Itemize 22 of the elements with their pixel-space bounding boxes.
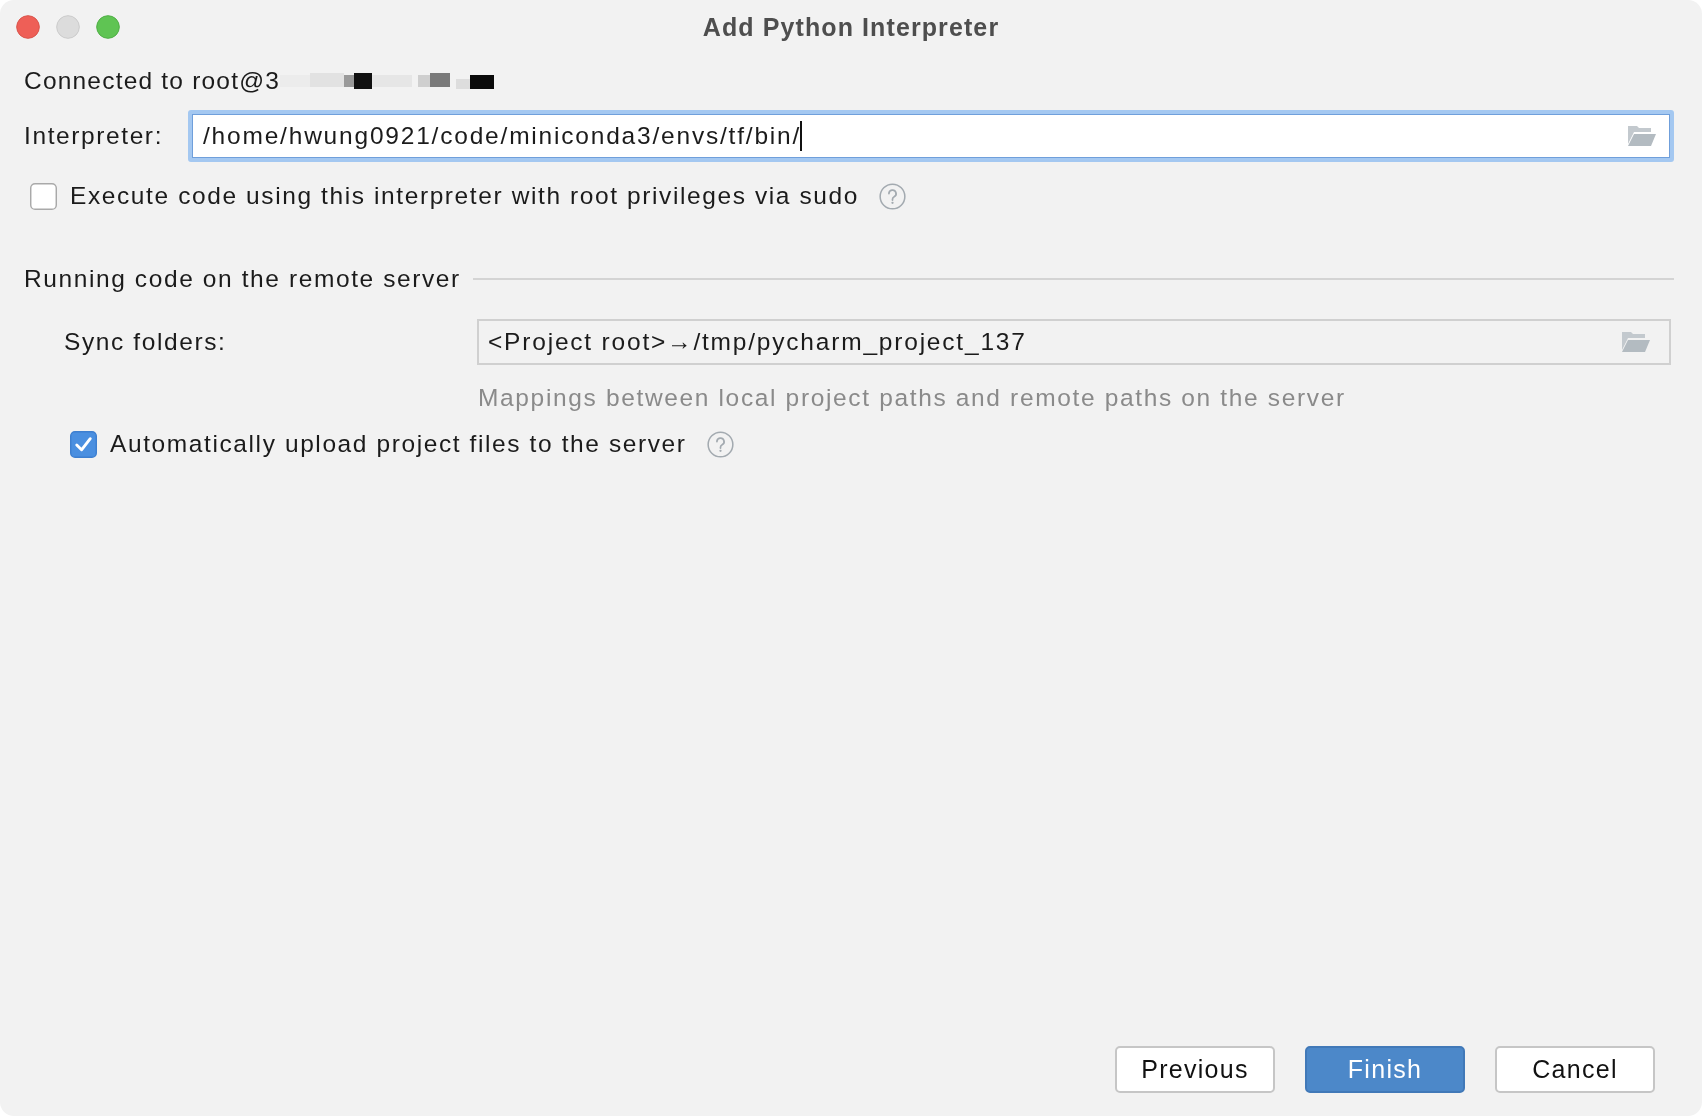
connection-label: Connected to root@3: [24, 66, 281, 96]
folder-icon[interactable]: [1621, 331, 1651, 353]
dialog-button[interactable]: Previous: [1115, 1046, 1275, 1093]
primary-button[interactable]: Finish: [1305, 1046, 1465, 1093]
dialog-button[interactable]: Cancel: [1495, 1046, 1655, 1093]
close-icon[interactable]: [16, 15, 40, 39]
interpreter-path-field[interactable]: /home/hwung0921/code/miniconda3/envs/tf/bin/: [188, 110, 1674, 162]
help-icon[interactable]: [706, 430, 734, 458]
folder-icon[interactable]: [1627, 125, 1657, 147]
window-title: Add Python Interpreter: [702, 12, 1000, 42]
text-cursor-icon: [800, 121, 803, 151]
checkbox-label: Execute code using this interpreter with root privileges via sudo: [70, 181, 859, 211]
section-title: Running code on the remote server: [24, 264, 461, 294]
help-icon[interactable]: [879, 182, 906, 210]
checkbox[interactable]: [70, 430, 97, 458]
checkbox[interactable]: [30, 182, 57, 210]
zoom-icon[interactable]: [96, 15, 120, 39]
interpreter-label: Interpreter:: [24, 121, 165, 151]
sync-folders-field[interactable]: <Project root>→/tmp/pycharm_project_137: [477, 319, 1671, 365]
sync-folders-label: Sync folders:: [64, 327, 228, 357]
hint-text: Mappings between local project paths and remote paths on the server: [478, 384, 1346, 412]
checkbox-label: Automatically upload project files to the server: [110, 429, 687, 459]
